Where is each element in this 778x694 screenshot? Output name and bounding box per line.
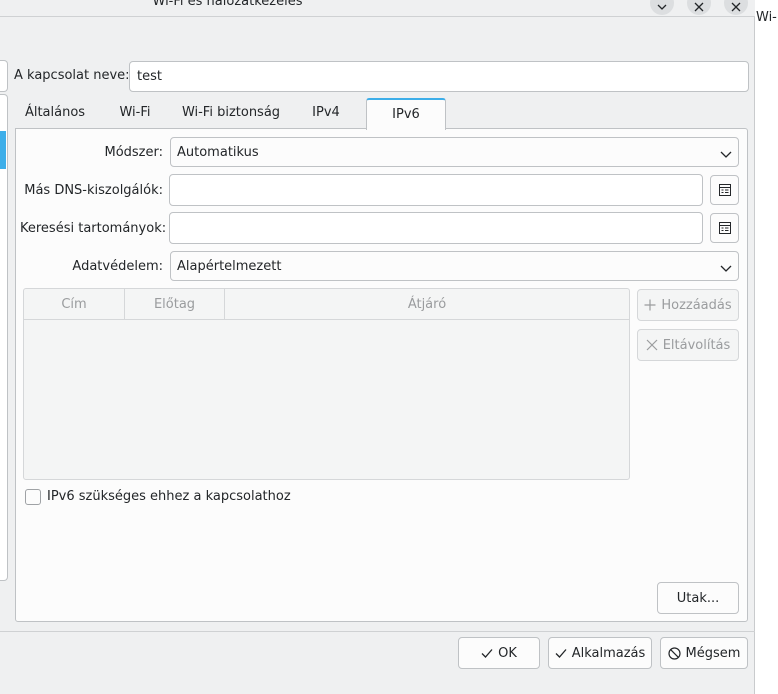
method-value: Automatikus	[177, 145, 259, 160]
list-edit-icon	[718, 184, 731, 196]
connection-name-label: A kapcsolat neve:	[14, 68, 130, 83]
ipv6-required-label[interactable]: IPv6 szükséges ehhez a kapcsolathoz	[47, 489, 291, 504]
footer-separator	[0, 631, 755, 632]
column-header-prefix[interactable]: Előtag	[125, 289, 225, 320]
sidebar-search-field[interactable]	[0, 60, 8, 92]
ipv6-required-checkbox[interactable]	[25, 489, 41, 505]
search-domains-input[interactable]	[169, 212, 703, 244]
dns-servers-input[interactable]	[169, 174, 703, 206]
close-window-button[interactable]	[724, 0, 748, 15]
close-icon	[731, 2, 741, 12]
column-header-address[interactable]: Cím	[24, 289, 125, 320]
cancel-button[interactable]: Mégsem	[660, 637, 748, 669]
connection-list-selection[interactable]	[0, 131, 6, 169]
dns-servers-edit-button[interactable]	[710, 175, 739, 205]
plus-icon	[644, 299, 656, 311]
privacy-value: Alapértelmezett	[177, 259, 282, 274]
tab-ipv6[interactable]: IPv6	[366, 98, 446, 130]
add-address-label: Hozzáadás	[661, 297, 732, 313]
background-window-title: Wi-F	[756, 10, 778, 25]
apply-label: Alkalmazás	[571, 645, 646, 661]
ok-button[interactable]: OK	[458, 637, 540, 669]
privacy-select[interactable]: Alapértelmezett	[170, 251, 739, 281]
tab-general[interactable]: Általános	[18, 98, 92, 129]
title-bar: Wi-Fi és hálózatkezelés	[0, 0, 755, 17]
remove-address-button[interactable]: Eltávolítás	[637, 329, 739, 361]
method-select[interactable]: Automatikus	[170, 137, 739, 167]
chevron-down-icon	[720, 265, 732, 272]
search-domains-edit-button[interactable]	[710, 213, 739, 243]
checkmark-icon	[481, 649, 493, 658]
search-domains-label: Keresési tartományok:	[20, 221, 167, 236]
routes-button[interactable]: Utak...	[657, 582, 739, 614]
column-header-gateway[interactable]: Átjáró	[225, 289, 629, 320]
maximize-icon	[694, 2, 704, 12]
apply-button[interactable]: Alkalmazás	[548, 637, 652, 669]
cancel-icon	[667, 646, 681, 660]
chevron-down-icon	[720, 151, 732, 158]
ok-label: OK	[498, 645, 517, 661]
tab-wifi[interactable]: Wi-Fi	[104, 98, 166, 129]
chevron-down-icon	[657, 4, 667, 10]
method-label: Módszer:	[104, 145, 163, 160]
window-title: Wi-Fi és hálózatkezelés	[152, 0, 303, 9]
remove-icon	[646, 339, 658, 351]
tab-wifi-security[interactable]: Wi-Fi biztonság	[176, 98, 286, 129]
connection-name-input[interactable]: test	[129, 61, 749, 92]
add-address-button[interactable]: Hozzáadás	[637, 289, 739, 321]
maximize-button[interactable]	[687, 0, 711, 15]
privacy-label: Adatvédelem:	[72, 259, 163, 274]
list-edit-icon	[718, 222, 731, 234]
tab-ipv4[interactable]: IPv4	[296, 98, 356, 129]
remove-address-label: Eltávolítás	[662, 337, 731, 353]
cancel-label: Mégsem	[685, 645, 741, 661]
minimize-button[interactable]	[650, 0, 674, 15]
checkmark-icon	[555, 649, 567, 658]
dns-servers-label: Más DNS-kiszolgálók:	[24, 183, 163, 198]
